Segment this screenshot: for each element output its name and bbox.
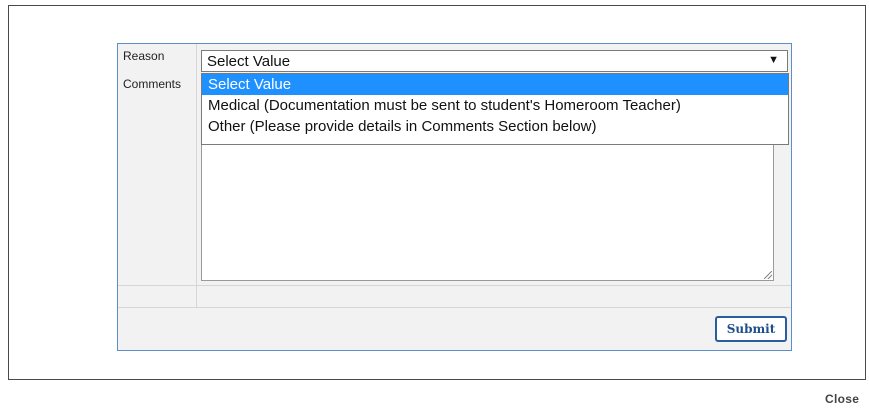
resize-handle-icon[interactable] — [764, 271, 772, 279]
dropdown-option-select-value[interactable]: Select Value — [202, 74, 788, 95]
dropdown-option-other[interactable]: Other (Please provide details in Comment… — [202, 116, 788, 137]
close-link[interactable]: Close — [825, 392, 859, 406]
submit-button[interactable]: Submit — [715, 316, 787, 342]
reason-label: Reason — [123, 49, 165, 63]
comments-label: Comments — [123, 77, 182, 91]
reason-select-value: Select Value — [207, 53, 291, 70]
row-divider — [118, 285, 791, 286]
row-divider — [118, 307, 791, 308]
page: Reason Comments Select Value ▼ Select Va… — [0, 0, 869, 412]
dropdown-option-medical[interactable]: Medical (Documentation must be sent to s… — [202, 95, 788, 116]
reason-form: Reason Comments Select Value ▼ Select Va… — [117, 43, 792, 351]
dropdown-arrow-icon[interactable]: ▼ — [768, 54, 779, 66]
dialog-frame: Reason Comments Select Value ▼ Select Va… — [8, 5, 866, 380]
reason-dropdown-list: Select Value Medical (Documentation must… — [201, 73, 789, 145]
label-column: Reason Comments — [118, 44, 197, 307]
reason-select[interactable]: Select Value ▼ — [201, 50, 788, 72]
